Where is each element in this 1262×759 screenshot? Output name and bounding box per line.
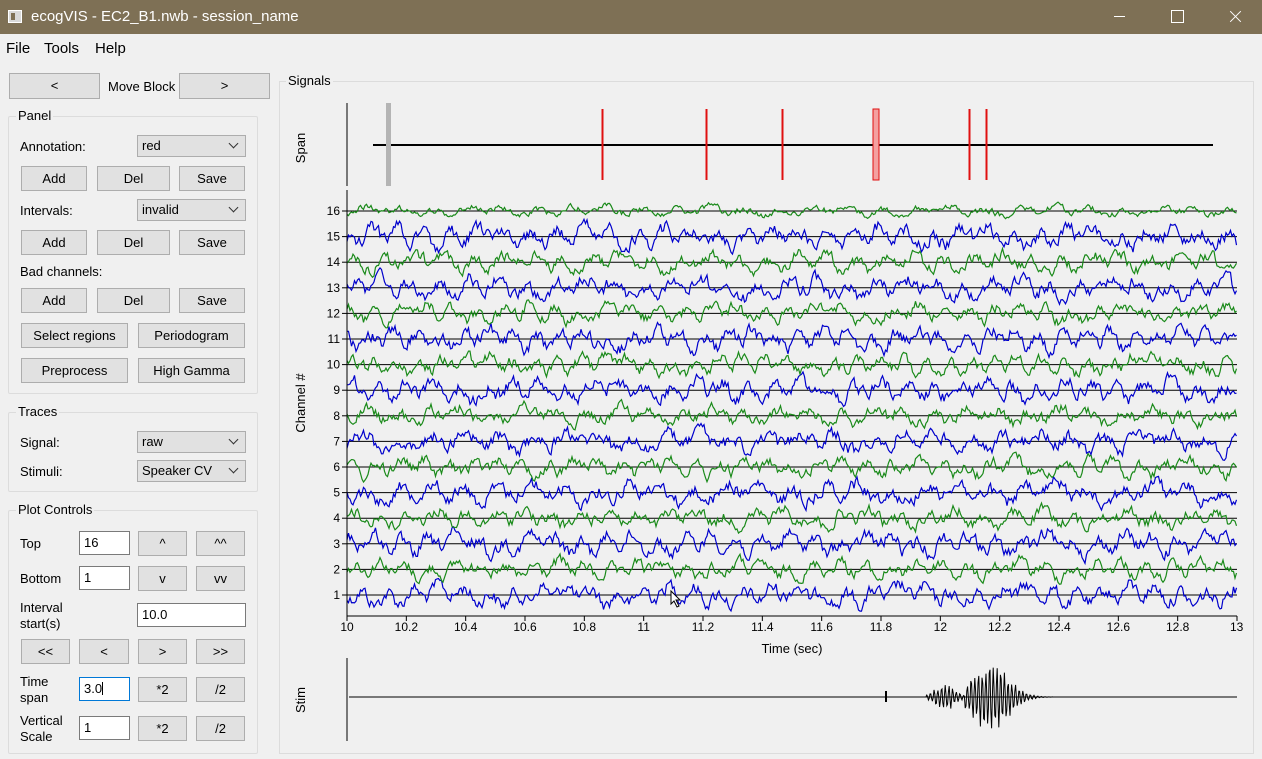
channel-tick-label: 7 bbox=[333, 434, 340, 448]
annotation-marker bbox=[872, 108, 880, 181]
time-tick-label: 11.6 bbox=[810, 620, 833, 634]
channel-tick-label: 1 bbox=[333, 588, 340, 602]
channel-tick-label: 2 bbox=[333, 562, 340, 576]
channel-tick-label: 11 bbox=[328, 332, 341, 346]
channel-tick-label: 16 bbox=[327, 204, 341, 218]
time-tick-label: 10 bbox=[340, 620, 354, 634]
channel-tick-label: 6 bbox=[333, 460, 340, 474]
time-tick-label: 10.8 bbox=[573, 620, 597, 634]
span-window-marker bbox=[386, 103, 391, 186]
signals-plot[interactable]: Span 12345678910111213141516 10 10.2 10.4 1… bbox=[0, 0, 1262, 759]
span-axis-label: Span bbox=[293, 133, 308, 163]
channel-axis-label: Channel # bbox=[293, 373, 308, 433]
stim-waveform bbox=[349, 667, 1237, 729]
time-tick-label: 10.6 bbox=[513, 620, 537, 634]
time-tick-label: 11 bbox=[637, 620, 650, 634]
channel-tick-label: 15 bbox=[327, 230, 341, 244]
time-tick-label: 12.6 bbox=[1107, 620, 1131, 634]
time-tick-label: 11.4 bbox=[751, 620, 774, 634]
channel-tick-label: 12 bbox=[327, 306, 341, 320]
mouse-cursor-icon bbox=[670, 590, 682, 608]
channel-tick-label: 3 bbox=[333, 537, 340, 551]
time-tick-label: 13 bbox=[1230, 620, 1244, 634]
span-marks bbox=[373, 103, 1213, 186]
time-tick-label: 10.4 bbox=[454, 620, 478, 634]
channel-plot-background bbox=[347, 190, 1237, 616]
channel-tick-label: 9 bbox=[333, 383, 340, 397]
channel-tick-label: 4 bbox=[333, 511, 340, 525]
time-ticks: 10 10.2 10.4 10.6 10.8 11 11.2 11.4 11.6 11.8 12 12… bbox=[340, 616, 1244, 634]
stim-axis-label: Stim bbox=[293, 687, 308, 713]
channel-ticks: 12345678910111213141516 bbox=[327, 204, 347, 602]
channel-tick-label: 13 bbox=[327, 281, 341, 295]
channel-tick-label: 10 bbox=[327, 358, 341, 372]
time-tick-label: 12 bbox=[934, 620, 948, 634]
time-tick-label: 10.2 bbox=[395, 620, 419, 634]
channel-tick-label: 5 bbox=[333, 486, 340, 500]
time-tick-label: 11.2 bbox=[692, 620, 715, 634]
channel-tick-label: 8 bbox=[333, 409, 340, 423]
time-tick-label: 12.2 bbox=[988, 620, 1012, 634]
stim-burst bbox=[925, 667, 1080, 729]
time-axis-label: Time (sec) bbox=[762, 641, 823, 656]
time-tick-label: 12.8 bbox=[1166, 620, 1190, 634]
time-tick-label: 11.8 bbox=[870, 620, 893, 634]
time-tick-label: 12.4 bbox=[1047, 620, 1071, 634]
channel-tick-label: 14 bbox=[327, 255, 341, 269]
